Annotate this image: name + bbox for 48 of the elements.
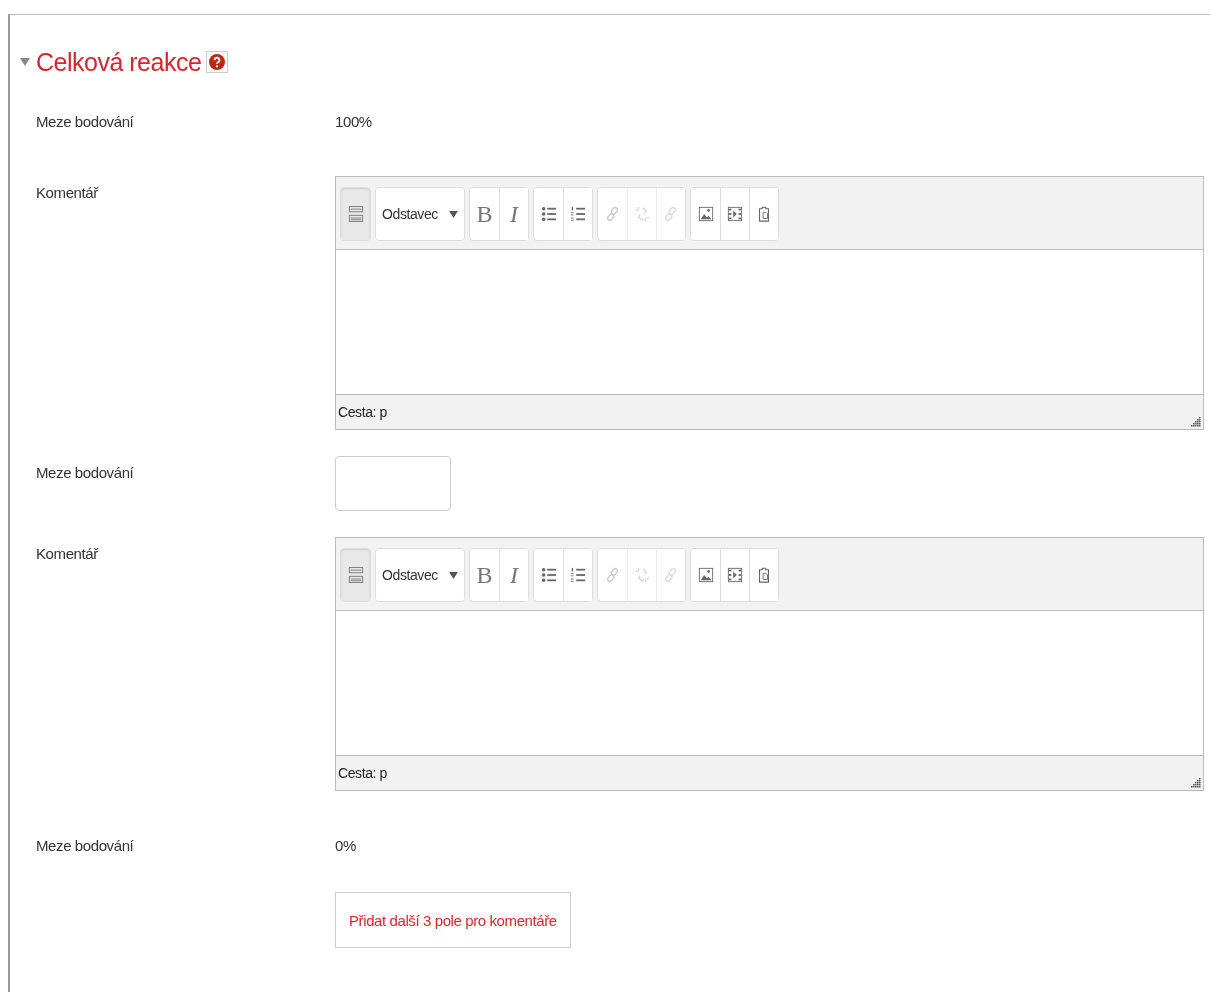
- bulleted-list-icon: [540, 206, 557, 222]
- resize-grip-icon[interactable]: [1191, 417, 1201, 427]
- caret-icon: [449, 210, 458, 218]
- resize-grip-icon[interactable]: [1191, 778, 1201, 788]
- help-icon[interactable]: [206, 51, 229, 73]
- element-path: Cesta: p: [338, 404, 387, 420]
- clipboard-icon: [756, 206, 772, 222]
- panels-icon: [347, 205, 364, 223]
- toggle-button[interactable]: [341, 188, 370, 240]
- format-dropdown[interactable]: Odstavec: [376, 188, 464, 240]
- field-label: Komentář: [36, 184, 98, 201]
- numbers-button[interactable]: [563, 549, 592, 601]
- collapse-triangle-icon[interactable]: [20, 58, 30, 66]
- bulleted-list-icon: [540, 567, 557, 583]
- field-label: Meze bodování: [36, 837, 134, 854]
- field-label: Meze bodování: [36, 113, 134, 130]
- paste-button[interactable]: [749, 549, 778, 601]
- italic-button[interactable]: I: [499, 549, 528, 601]
- broken-link-icon: [634, 567, 650, 583]
- film-icon: [727, 567, 743, 583]
- text-editor[interactable]: Odstavec B I Cesta: p: [335, 176, 1204, 430]
- section-title[interactable]: Celková reakce: [36, 47, 202, 77]
- grade-input-field[interactable]: [335, 456, 451, 511]
- caret-icon: [449, 571, 458, 579]
- numbered-list-icon: [570, 567, 586, 583]
- link-icon: [663, 567, 679, 583]
- image-icon: [697, 567, 714, 583]
- text-editor[interactable]: Odstavec B I Cesta: p: [335, 537, 1204, 791]
- field-label: Komentář: [36, 545, 98, 562]
- numbers-button[interactable]: [563, 188, 592, 240]
- toggle-button[interactable]: [341, 549, 370, 601]
- clipboard-icon: [756, 567, 772, 583]
- field-label: Meze bodování: [36, 464, 134, 481]
- film-icon: [727, 206, 743, 222]
- broken-link-icon: [634, 206, 650, 222]
- grade-value: 0%: [335, 837, 356, 854]
- paste-button[interactable]: [749, 188, 778, 240]
- panels-icon: [347, 566, 364, 584]
- link-icon: [604, 206, 621, 222]
- image-icon: [697, 206, 714, 222]
- format-dropdown[interactable]: Odstavec: [376, 549, 464, 601]
- link-icon: [663, 206, 679, 222]
- numbered-list-icon: [570, 206, 586, 222]
- element-path: Cesta: p: [338, 765, 387, 781]
- grade-value: 100%: [335, 113, 372, 130]
- add-fields-button[interactable]: Přidat další 3 pole pro komentáře: [335, 892, 571, 948]
- italic-button[interactable]: I: [499, 188, 528, 240]
- link-icon: [604, 567, 621, 583]
